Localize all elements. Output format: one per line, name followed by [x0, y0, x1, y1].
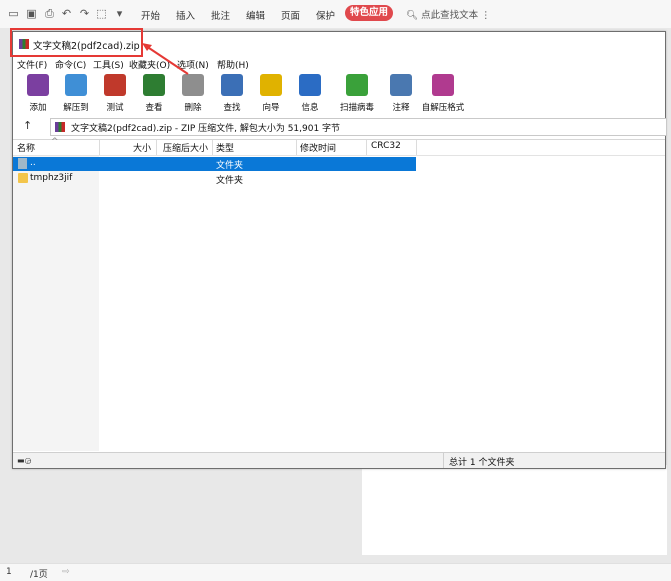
column-divider: [296, 140, 297, 155]
column-divider: [416, 140, 417, 155]
folder-icon: [18, 173, 28, 183]
header-divider: [13, 155, 665, 156]
tab-special-apps[interactable]: 特色应用: [345, 5, 393, 21]
row-type: 文件夹: [216, 176, 244, 186]
menu-bar: 文件(F) 命令(C) 工具(S) 收藏夹(O) 选项(N) 帮助(H): [13, 56, 665, 71]
up-arrow-icon[interactable]: ↑: [23, 119, 32, 132]
save-icon[interactable]: ▣: [25, 7, 38, 20]
row-type: 文件夹: [216, 161, 244, 171]
virus-scan-icon: [346, 74, 368, 96]
drive-status-icon[interactable]: ▬◶: [17, 456, 32, 465]
status-divider: [443, 453, 444, 468]
find-text-search[interactable]: 🔍︎ 点此查找文本 ⋮: [406, 7, 491, 21]
toolbar: 添加 解压到 测试 查看 删除 查找 向导 信息 扫描病毒 注释 自解压格式: [13, 72, 665, 117]
menu-help[interactable]: 帮助(H): [217, 58, 249, 71]
table-row-selected[interactable]: .. 文件夹: [13, 157, 416, 171]
search-label: 点此查找文本: [421, 10, 479, 21]
find-magnifier-icon: [221, 74, 243, 96]
menu-file[interactable]: 文件(F): [17, 58, 47, 71]
search-icon: 🔍︎: [406, 10, 419, 21]
archive-icon: [55, 122, 65, 132]
next-page-icon[interactable]: ⇨: [62, 567, 70, 577]
winrar-window: 文字文稿2(pdf2cad).zip 文件(F) 命令(C) 工具(S) 收藏夹…: [12, 31, 667, 469]
current-page-input[interactable]: 1: [6, 567, 12, 577]
open-folder-icon[interactable]: ▭: [7, 7, 20, 20]
file-list: 名称 ^ 大小 压缩后大小 类型 修改时间 CRC32 .. 文件夹 tmphz…: [13, 137, 665, 451]
tab-insert[interactable]: 插入: [176, 8, 195, 22]
menu-tools[interactable]: 工具(S): [93, 58, 124, 71]
tab-start[interactable]: 开始: [141, 8, 160, 22]
column-divider: [99, 140, 100, 155]
row-name: ..: [30, 158, 36, 168]
address-bar: ↑ 文字文稿2(pdf2cad).zip - ZIP 压缩文件, 解包大小为 5…: [13, 118, 667, 136]
column-header-type[interactable]: 类型: [216, 141, 234, 154]
column-header-crc32[interactable]: CRC32: [371, 141, 401, 151]
info-icon: [299, 74, 321, 96]
add-archive-icon: [27, 74, 49, 96]
name-column-pane: [13, 156, 99, 451]
status-bar: ▬◶ 总计 1 个文件夹: [13, 452, 665, 468]
undo-icon[interactable]: ↶: [60, 7, 73, 20]
parent-folder-icon: [18, 158, 27, 169]
redo-icon[interactable]: ↷: [78, 7, 91, 20]
extract-folder-icon: [65, 74, 87, 96]
address-text: 文字文稿2(pdf2cad).zip - ZIP 压缩文件, 解包大小为 51,…: [71, 124, 341, 134]
row-name: tmphz3jif: [30, 173, 73, 183]
column-header-size[interactable]: 大小: [133, 141, 151, 154]
table-row[interactable]: tmphz3jif 文件夹: [13, 172, 416, 186]
column-divider: [156, 140, 157, 155]
document-page: [362, 465, 667, 555]
page-navigation-bar: 1 /1页 ⇨: [0, 563, 671, 581]
wizard-wand-icon: [260, 74, 282, 96]
tab-page[interactable]: 页面: [281, 8, 300, 22]
menu-command[interactable]: 命令(C): [55, 58, 86, 71]
column-divider: [366, 140, 367, 155]
chevron-down-icon[interactable]: ▾: [113, 7, 126, 20]
address-field[interactable]: 文字文稿2(pdf2cad).zip - ZIP 压缩文件, 解包大小为 51,…: [50, 118, 667, 136]
tab-edit[interactable]: 编辑: [246, 8, 265, 22]
toolbar-button-info[interactable]: 信息: [290, 72, 330, 117]
highlight-box: [10, 28, 143, 57]
tab-protect[interactable]: 保护: [316, 8, 335, 22]
column-header-name[interactable]: 名称: [17, 141, 35, 154]
total-pages: /1页: [30, 570, 48, 580]
tab-comment[interactable]: 批注: [211, 8, 230, 22]
test-clipboard-icon: [104, 74, 126, 96]
column-header-modified[interactable]: 修改时间: [300, 141, 336, 154]
sort-arrow-icon: ^: [51, 137, 59, 147]
toolbar-button-label: 自解压格式: [421, 103, 465, 113]
column-divider: [212, 140, 213, 155]
format-painter-icon[interactable]: ⬚: [95, 7, 108, 20]
wps-ribbon: ▭ ▣ ⎙ ↶ ↷ ⬚ ▾ 开始 插入 批注 编辑 页面 保护 特色应用 🔍︎ …: [0, 0, 671, 29]
toolbar-button-sfx-archive[interactable]: 自解压格式: [422, 72, 464, 117]
column-header-packed[interactable]: 压缩后大小: [163, 141, 208, 154]
sfx-archive-icon: [432, 74, 454, 96]
status-total: 总计 1 个文件夹: [449, 458, 515, 468]
comment-icon: [390, 74, 412, 96]
print-icon[interactable]: ⎙: [43, 7, 56, 20]
highlight-arrow: [142, 43, 189, 75]
